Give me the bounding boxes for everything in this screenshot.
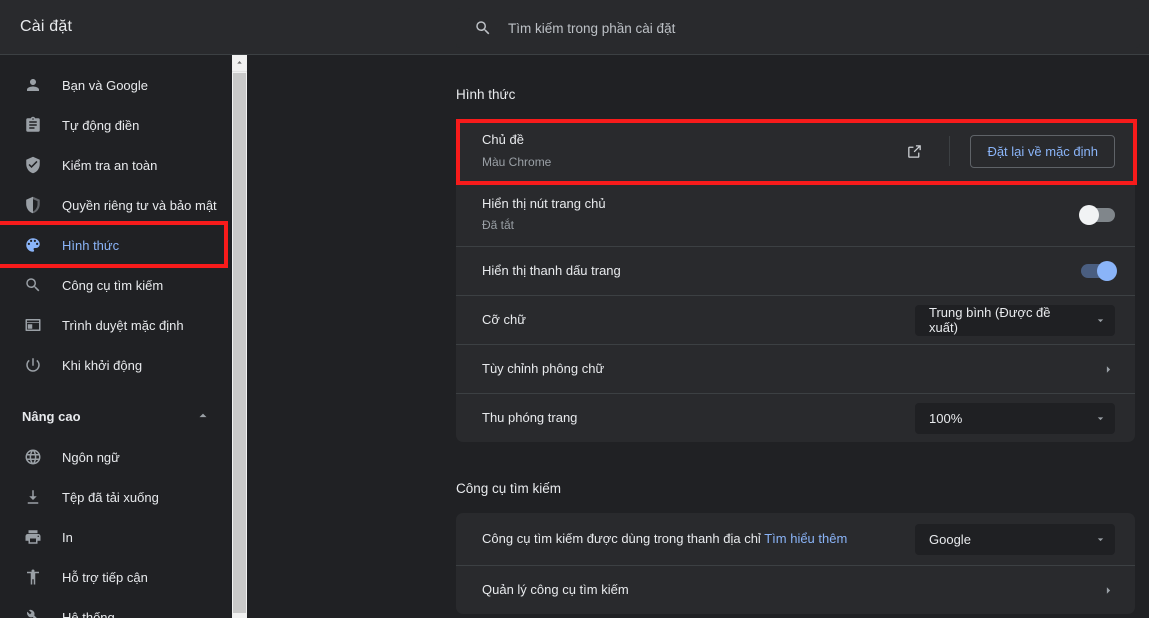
sidebar-item-label: Bạn và Google (62, 78, 148, 93)
sidebar-item-safety-check[interactable]: Kiểm tra an toàn (0, 145, 232, 185)
reset-to-default-button[interactable]: Đặt lại về mặc định (970, 135, 1115, 168)
browser-window-icon (22, 314, 44, 336)
page-title: Cài đặt (20, 18, 72, 36)
search-engine-select[interactable]: Google (915, 524, 1115, 555)
row-title: Cỡ chữ (482, 311, 915, 330)
sidebar-item-label: Trình duyệt mặc định (62, 318, 184, 333)
row-title: Hiển thị nút trang chủ (482, 195, 1081, 214)
section-title-appearance: Hình thức (456, 87, 515, 102)
external-link-icon[interactable] (902, 139, 927, 164)
sidebar-item-label: Ngôn ngữ (62, 450, 120, 465)
sidebar-item-appearance[interactable]: Hình thức (0, 225, 232, 265)
sidebar-item-search-engine[interactable]: Công cụ tìm kiếm (0, 265, 232, 305)
settings-search-bar[interactable] (456, 8, 1140, 48)
sidebar-item-privacy-security[interactable]: Quyền riêng tư và bảo mật (0, 185, 232, 225)
palette-icon (22, 234, 44, 256)
chevron-down-icon (1094, 314, 1107, 327)
chevron-right-icon (1102, 363, 1115, 376)
select-value: Trung bình (Được đề xuất) (929, 305, 1080, 335)
sidebar-group-advanced[interactable]: Nâng cao (0, 395, 232, 437)
sidebar-scrollbar-thumb[interactable] (233, 73, 246, 613)
row-title-text: Công cụ tìm kiếm được dùng trong thanh đ… (482, 531, 761, 546)
power-icon (22, 354, 44, 376)
top-header: Cài đặt (0, 0, 1149, 55)
select-value: 100% (929, 411, 962, 426)
row-title: Hiển thị thanh dấu trang (482, 262, 1081, 281)
sidebar-item-languages[interactable]: Ngôn ngữ (0, 437, 232, 477)
sidebar-item-label: In (62, 530, 73, 545)
scrollbar-up-button[interactable] (232, 55, 247, 72)
divider (949, 136, 950, 166)
row-title: Quản lý công cụ tìm kiếm (482, 581, 1102, 600)
font-size-select[interactable]: Trung bình (Được đề xuất) (915, 305, 1115, 336)
printer-icon (22, 526, 44, 548)
clipboard-icon (22, 114, 44, 136)
sidebar-item-downloads[interactable]: Tệp đã tải xuống (0, 477, 232, 517)
row-show-home-button[interactable]: Hiển thị nút trang chủ Đã tắt (456, 182, 1135, 246)
globe-icon (22, 446, 44, 468)
accessibility-icon (22, 566, 44, 588)
row-subtitle: Màu Chrome (482, 153, 902, 171)
row-title: Chủ đề (482, 131, 902, 150)
row-font-size[interactable]: Cỡ chữ Trung bình (Được đề xuất) (456, 295, 1135, 344)
row-subtitle: Đã tắt (482, 216, 1081, 234)
sidebar-item-accessibility[interactable]: Hỗ trợ tiếp cận (0, 557, 232, 597)
sidebar-item-label: Hình thức (62, 238, 119, 253)
search-input[interactable] (508, 21, 1140, 36)
sidebar-group-label: Nâng cao (22, 409, 196, 424)
row-show-bookmarks-bar[interactable]: Hiển thị thanh dấu trang (456, 246, 1135, 295)
sidebar-item-on-startup[interactable]: Khi khởi động (0, 345, 232, 385)
sidebar-item-system[interactable]: Hệ thống (0, 597, 232, 618)
shield-check-icon (22, 154, 44, 176)
sidebar-item-label: Tệp đã tải xuống (62, 490, 159, 505)
page-zoom-select[interactable]: 100% (915, 403, 1115, 434)
search-engine-card: Công cụ tìm kiếm được dùng trong thanh đ… (456, 513, 1135, 614)
wrench-icon (22, 606, 44, 618)
sidebar-item-you-and-google[interactable]: Bạn và Google (0, 65, 232, 105)
bookmarks-bar-toggle[interactable] (1081, 264, 1115, 278)
row-page-zoom[interactable]: Thu phóng trang 100% (456, 393, 1135, 442)
settings-sidebar: Bạn và Google Tự động điền Kiểm tra an t… (0, 55, 232, 618)
row-customize-fonts[interactable]: Tùy chỉnh phông chữ (456, 344, 1135, 393)
row-title: Công cụ tìm kiếm được dùng trong thanh đ… (482, 530, 915, 549)
sidebar-item-default-browser[interactable]: Trình duyệt mặc định (0, 305, 232, 345)
row-title: Tùy chỉnh phông chữ (482, 360, 1102, 379)
settings-main-content: Hình thức Chủ đề Màu Chrome Đặt lại về m… (247, 55, 1149, 618)
section-title-search-engine: Công cụ tìm kiếm (456, 481, 561, 496)
chevron-down-icon (1094, 533, 1107, 546)
sidebar-item-label: Kiểm tra an toàn (62, 158, 157, 173)
sidebar-item-autofill[interactable]: Tự động điền (0, 105, 232, 145)
toggle-knob (1079, 205, 1099, 225)
download-icon (22, 486, 44, 508)
sidebar-item-label: Tự động điền (62, 118, 139, 133)
row-manage-search-engines[interactable]: Quản lý công cụ tìm kiếm (456, 565, 1135, 614)
caret-up-icon (235, 54, 244, 72)
row-theme[interactable]: Chủ đề Màu Chrome Đặt lại về mặc định (456, 120, 1135, 182)
appearance-card: Chủ đề Màu Chrome Đặt lại về mặc định Hi… (456, 120, 1135, 442)
chevron-down-icon (1094, 412, 1107, 425)
shield-icon (22, 194, 44, 216)
learn-more-link[interactable]: Tìm hiểu thêm (764, 531, 847, 546)
sidebar-item-label: Khi khởi động (62, 358, 142, 373)
search-icon (474, 19, 492, 37)
row-title: Thu phóng trang (482, 409, 915, 428)
toggle-knob (1097, 261, 1117, 281)
sidebar-item-label: Hệ thống (62, 610, 115, 618)
chevron-right-icon (1102, 584, 1115, 597)
person-icon (22, 74, 44, 96)
home-button-toggle[interactable] (1081, 208, 1115, 222)
row-address-bar-search-engine[interactable]: Công cụ tìm kiếm được dùng trong thanh đ… (456, 513, 1135, 565)
search-icon (22, 274, 44, 296)
select-value: Google (929, 532, 971, 547)
sidebar-item-label: Công cụ tìm kiếm (62, 278, 163, 293)
chevron-up-icon (196, 409, 210, 423)
sidebar-item-printing[interactable]: In (0, 517, 232, 557)
sidebar-item-label: Quyền riêng tư và bảo mật (62, 198, 217, 213)
sidebar-item-label: Hỗ trợ tiếp cận (62, 570, 148, 585)
